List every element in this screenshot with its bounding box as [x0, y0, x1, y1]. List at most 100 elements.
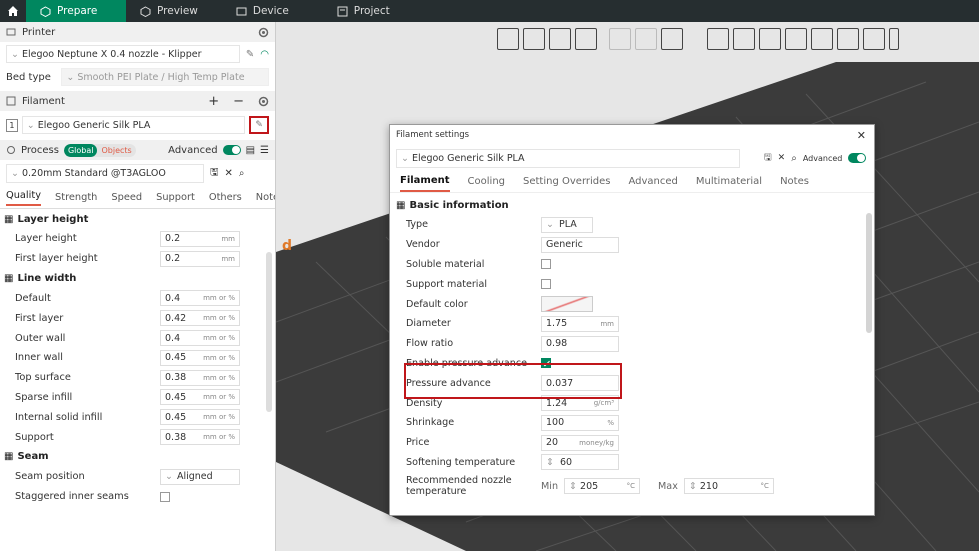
diameter-input[interactable]: 1.75 mm: [541, 315, 619, 332]
bed-type-value: Smooth PEI Plate / High Temp Plate: [77, 71, 245, 83]
rotate-icon[interactable]: [733, 28, 755, 50]
project-icon: [337, 6, 348, 16]
cut-icon[interactable]: [811, 28, 833, 50]
dialog-advanced-toggle[interactable]: [848, 153, 867, 163]
add-plate-icon[interactable]: [523, 28, 545, 50]
dialog-delete-icon[interactable]: ✕: [778, 153, 786, 163]
arrange-icon[interactable]: [575, 28, 597, 50]
staggered-seams-checkbox[interactable]: [160, 491, 170, 502]
scale-icon[interactable]: [759, 28, 781, 50]
tab-others[interactable]: Others: [209, 192, 242, 206]
param-label: Top surface: [15, 372, 71, 384]
shrinkage-input[interactable]: 100%: [541, 414, 619, 431]
tab-speed[interactable]: Speed: [111, 192, 142, 206]
gear-icon[interactable]: [258, 96, 269, 107]
seam-paint-icon[interactable]: [863, 28, 885, 50]
filament-select[interactable]: ⌄ Elegoo Generic Silk PLA: [21, 116, 246, 134]
param-input[interactable]: 0.4 mm or %: [160, 290, 240, 307]
shrinkage-label: Shrinkage: [406, 417, 455, 429]
printer-select[interactable]: ⌄ Elegoo Neptune X 0.4 nozzle - Klipper: [6, 45, 240, 63]
dialog-scrollbar[interactable]: [866, 213, 872, 333]
tab-device[interactable]: Device: [210, 0, 301, 22]
advanced-toggle[interactable]: [222, 145, 241, 155]
remove-filament-icon[interactable]: −: [233, 94, 244, 109]
param-input[interactable]: 0.2 mm: [160, 230, 240, 247]
copy-icon[interactable]: [609, 28, 631, 50]
pill-objects[interactable]: Objects: [97, 144, 135, 157]
flow-ratio-input[interactable]: 0.98: [541, 335, 619, 352]
dialog-tab-setting-overrides[interactable]: Setting Overrides: [523, 172, 610, 191]
paste-icon[interactable]: [635, 28, 657, 50]
edit-filament-icon[interactable]: ✎: [249, 116, 269, 134]
nozzle-temperature-label: Recommended nozzle temperature: [406, 475, 541, 497]
dialog-close-icon[interactable]: ✕: [857, 129, 866, 142]
param-input[interactable]: 0.4 mm or %: [160, 330, 240, 347]
move-icon[interactable]: [707, 28, 729, 50]
tab-notes[interactable]: Notes: [256, 192, 275, 206]
dialog-tab-notes[interactable]: Notes: [780, 172, 809, 191]
tab-prepare[interactable]: Prepare: [26, 0, 126, 22]
support-paint-icon[interactable]: [837, 28, 859, 50]
dialog-save-icon[interactable]: 🖫: [764, 150, 772, 166]
price-input[interactable]: 20 money/kg: [541, 434, 619, 451]
softening-temperature-input[interactable]: ⇕ 60: [541, 454, 619, 471]
wifi-icon[interactable]: ◠: [260, 49, 269, 60]
global-objects-switch[interactable]: Global Objects: [63, 143, 136, 157]
add-filament-icon[interactable]: +: [208, 94, 219, 109]
nozzle-max-unit: °C: [760, 482, 769, 491]
dialog-tab-cooling[interactable]: Cooling: [468, 172, 505, 191]
param-input[interactable]: 0.45 mm or %: [160, 389, 240, 406]
tab-support[interactable]: Support: [156, 192, 195, 206]
spin-icon[interactable]: ⇕: [546, 457, 554, 468]
seam-position-select[interactable]: ⌄ Aligned: [160, 468, 240, 485]
save-icon[interactable]: 🖫: [210, 165, 219, 182]
dialog-tab-advanced[interactable]: Advanced: [628, 172, 677, 191]
close-icon[interactable]: ✕: [225, 168, 233, 179]
auto-orient-icon[interactable]: [549, 28, 571, 50]
seam-position-label: Seam position: [15, 471, 85, 483]
layers-icon[interactable]: [661, 28, 683, 50]
lay-on-face-icon[interactable]: [785, 28, 807, 50]
tab-project[interactable]: Project: [301, 0, 402, 22]
param-label: Sparse infill: [15, 391, 73, 403]
dialog-search-icon[interactable]: ⌕: [791, 153, 797, 164]
spin-icon[interactable]: ⇕: [569, 481, 577, 492]
dialog-preset-select[interactable]: ⌄ Elegoo Generic Silk PLA: [396, 148, 740, 168]
param-input[interactable]: 0.45 mm or %: [160, 349, 240, 366]
param-input[interactable]: 0.42 mm or %: [160, 310, 240, 327]
density-value: 1.24: [546, 397, 568, 409]
type-select[interactable]: ⌄ PLA: [541, 216, 593, 233]
spin-icon[interactable]: ⇕: [689, 481, 697, 492]
vendor-input[interactable]: Generic: [541, 236, 619, 253]
filament-slot[interactable]: 1: [6, 118, 18, 132]
dialog-tab-multimaterial[interactable]: Multimaterial: [696, 172, 762, 191]
nozzle-max-input[interactable]: ⇕ 210 °C: [683, 478, 774, 495]
param-value: 0.45: [165, 391, 187, 403]
tab-preview[interactable]: Preview: [126, 0, 210, 22]
bed-type-select[interactable]: ⌄ Smooth PEI Plate / High Temp Plate: [61, 68, 269, 86]
edit-printer-icon[interactable]: ✎: [246, 49, 254, 60]
default-color-swatch[interactable]: [541, 296, 593, 313]
param-input[interactable]: 0.45 mm or %: [160, 409, 240, 426]
tab-strength[interactable]: Strength: [55, 192, 97, 206]
process-preset-select[interactable]: ⌄ 0.20mm Standard @T3AGLOO: [6, 163, 204, 183]
nozzle-min-input[interactable]: ⇕ 205 °C: [564, 478, 641, 495]
sidebar-scrollbar[interactable]: [266, 252, 272, 412]
home-icon[interactable]: [0, 0, 26, 22]
list-icon[interactable]: ☰: [260, 145, 269, 156]
add-object-icon[interactable]: [497, 28, 519, 50]
search-icon[interactable]: ⌕: [239, 168, 245, 179]
printer-icon: [6, 28, 16, 36]
gear-icon[interactable]: [258, 27, 269, 38]
param-input[interactable]: 0.38 mm or %: [160, 429, 240, 446]
dialog-tab-filament[interactable]: Filament: [400, 171, 450, 192]
tab-quality[interactable]: Quality: [6, 190, 42, 206]
compare-icon[interactable]: ▤: [246, 145, 255, 156]
param-input[interactable]: 0.2 mm: [160, 250, 240, 267]
basic-info-title: Basic information: [409, 199, 509, 211]
text-icon[interactable]: [889, 28, 899, 50]
soluble-checkbox[interactable]: [541, 259, 551, 270]
param-input[interactable]: 0.38 mm or %: [160, 369, 240, 386]
pill-global[interactable]: Global: [63, 143, 98, 157]
support-material-checkbox[interactable]: [541, 279, 551, 290]
